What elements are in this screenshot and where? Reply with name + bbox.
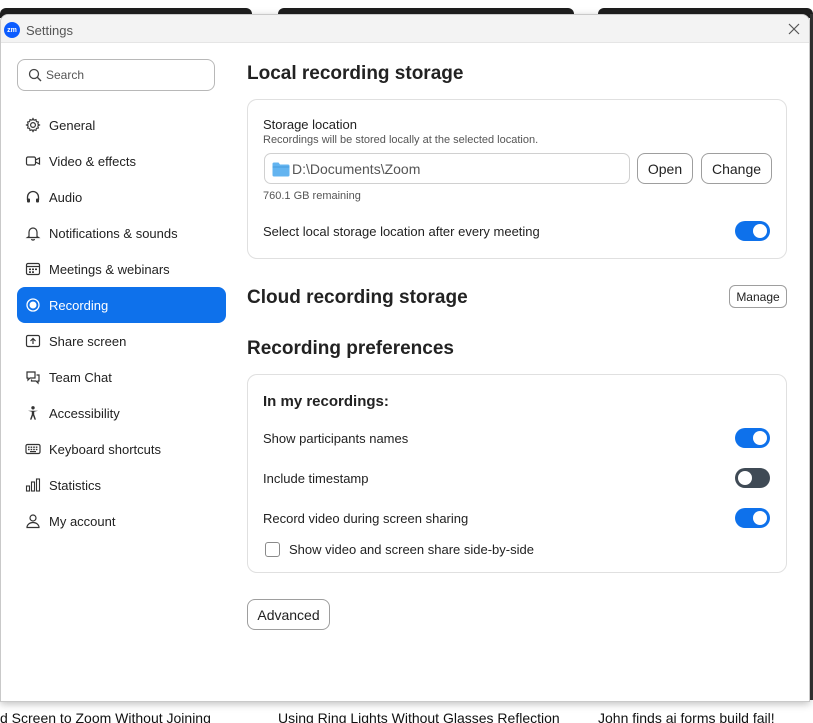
search-input[interactable] xyxy=(46,65,206,85)
sidebar-item-recording[interactable]: Recording xyxy=(17,287,226,323)
storage-path-field[interactable]: D:\Documents\Zoom xyxy=(264,153,630,184)
record-icon xyxy=(23,295,43,315)
share-screen-icon xyxy=(23,331,43,351)
include-timestamp-label: Include timestamp xyxy=(263,471,369,486)
in-my-recordings-subheading: In my recordings: xyxy=(263,393,389,410)
record-video-screen-sharing-label: Record video during screen sharing xyxy=(263,511,469,526)
folder-icon xyxy=(272,162,290,177)
change-location-button[interactable]: Change xyxy=(701,153,772,184)
storage-location-label: Storage location xyxy=(263,117,357,132)
include-timestamp-toggle[interactable] xyxy=(735,468,770,488)
background-caption: John finds ai forms build fail! xyxy=(598,710,775,723)
storage-path-text: D:\Documents\Zoom xyxy=(292,161,421,177)
sidebar-item-my-account[interactable]: My account xyxy=(17,503,226,539)
bar-chart-icon xyxy=(23,475,43,495)
sidebar-item-label: Keyboard shortcuts xyxy=(49,441,162,457)
open-folder-button[interactable]: Open xyxy=(637,153,693,184)
local-storage-heading: Local recording storage xyxy=(247,63,464,84)
recording-preferences-card: In my recordings: Show participants name… xyxy=(247,374,787,573)
close-button[interactable] xyxy=(785,20,803,38)
accessibility-icon xyxy=(23,403,43,423)
desktop-background-top xyxy=(0,0,813,18)
chat-bubble-icon xyxy=(23,367,43,387)
show-participants-names-toggle[interactable] xyxy=(735,428,770,448)
sidebar-item-team-chat[interactable]: Team Chat xyxy=(17,359,226,395)
zoom-logo-icon: zm xyxy=(4,22,20,38)
video-camera-icon xyxy=(23,151,43,171)
title-bar: zm Settings xyxy=(1,15,809,43)
sidebar-item-label: Team Chat xyxy=(49,369,112,385)
show-participants-names-label: Show participants names xyxy=(263,431,409,446)
close-icon xyxy=(788,23,800,35)
record-video-screen-sharing-toggle[interactable] xyxy=(735,508,770,528)
side-by-side-label: Show video and screen share side-by-side xyxy=(289,542,534,557)
sidebar-item-label: Audio xyxy=(49,189,83,205)
search-icon xyxy=(28,68,42,82)
sidebar-item-label: Recording xyxy=(49,297,109,313)
sidebar-item-label: Meetings & webinars xyxy=(49,261,170,277)
sidebar-item-share-screen[interactable]: Share screen xyxy=(17,323,226,359)
keyboard-icon xyxy=(23,439,43,459)
sidebar-item-general[interactable]: General xyxy=(17,107,226,143)
sidebar-item-label: My account xyxy=(49,513,116,529)
headphones-icon xyxy=(23,187,43,207)
storage-remaining: 760.1 GB remaining xyxy=(263,190,361,202)
sidebar-item-meetings[interactable]: Meetings & webinars xyxy=(17,251,226,287)
bell-icon xyxy=(23,223,43,243)
sidebar-item-label: Statistics xyxy=(49,477,102,493)
sidebar-item-accessibility[interactable]: Accessibility xyxy=(17,395,226,431)
sidebar-item-audio[interactable]: Audio xyxy=(17,179,226,215)
advanced-button[interactable]: Advanced xyxy=(247,599,330,630)
recording-preferences-heading: Recording preferences xyxy=(247,338,454,359)
sidebar-item-label: Accessibility xyxy=(49,405,120,421)
settings-window: zm Settings General Video & effects Audi… xyxy=(0,14,810,702)
sidebar-item-label: Notifications & sounds xyxy=(49,225,178,241)
sidebar-item-label: General xyxy=(49,117,96,133)
select-location-after-meeting-label: Select local storage location after ever… xyxy=(263,224,540,239)
local-storage-card: Storage location Recordings will be stor… xyxy=(247,99,787,259)
settings-sidebar: General Video & effects Audio Notificati… xyxy=(17,107,226,539)
user-icon xyxy=(23,511,43,531)
sidebar-item-notifications[interactable]: Notifications & sounds xyxy=(17,215,226,251)
sidebar-item-keyboard-shortcuts[interactable]: Keyboard shortcuts xyxy=(17,431,226,467)
background-caption: d Screen to Zoom Without Joining xyxy=(0,710,211,723)
side-by-side-checkbox[interactable] xyxy=(265,542,280,557)
window-title: Settings xyxy=(26,23,73,38)
sidebar-item-label: Video & effects xyxy=(49,153,136,169)
sidebar-item-statistics[interactable]: Statistics xyxy=(17,467,226,503)
storage-location-description: Recordings will be stored locally at the… xyxy=(263,134,539,146)
background-caption: Using Ring Lights Without Glasses Reflec… xyxy=(278,710,560,723)
manage-cloud-button[interactable]: Manage xyxy=(729,285,787,308)
sidebar-item-video-effects[interactable]: Video & effects xyxy=(17,143,226,179)
calendar-grid-icon xyxy=(23,259,43,279)
sidebar-item-label: Share screen xyxy=(49,333,127,349)
cloud-storage-heading: Cloud recording storage xyxy=(247,287,468,308)
select-location-after-meeting-toggle[interactable] xyxy=(735,221,770,241)
gear-icon xyxy=(23,115,43,135)
search-box[interactable] xyxy=(17,59,215,91)
